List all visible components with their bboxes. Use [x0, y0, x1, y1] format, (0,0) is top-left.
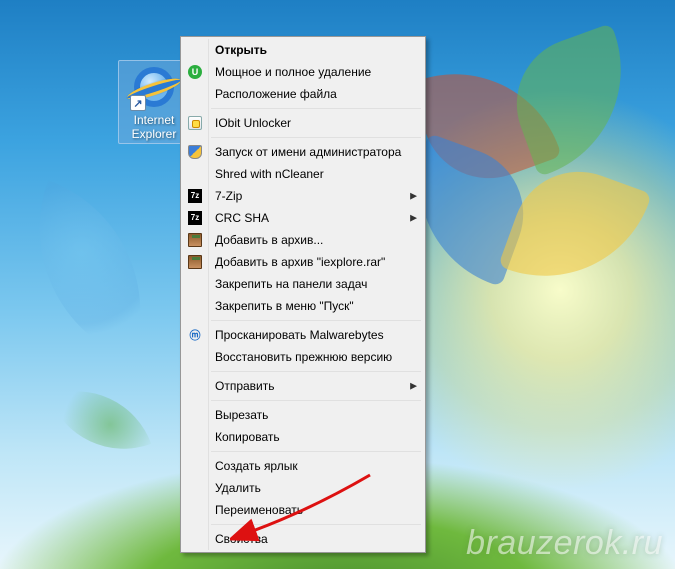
menu-item-label: Переименовать	[215, 503, 303, 517]
ie-icon: ↗	[132, 65, 176, 109]
menu-separator	[211, 371, 421, 372]
menu-item-restore-previous[interactable]: Восстановить прежнюю версию	[183, 346, 423, 368]
menu-item-pin-taskbar[interactable]: Закрепить на панели задач	[183, 273, 423, 295]
menu-separator	[211, 524, 421, 525]
menu-item-label: 7-Zip	[215, 189, 242, 203]
menu-item-label: Свойства	[215, 532, 268, 546]
winrar-icon	[187, 254, 203, 270]
menu-item-label: Восстановить прежнюю версию	[215, 350, 392, 364]
menu-item-cut[interactable]: Вырезать	[183, 404, 423, 426]
menu-item-pin-start[interactable]: Закрепить в меню "Пуск"	[183, 295, 423, 317]
menu-item-label: Создать ярлык	[215, 459, 298, 473]
menu-item-open[interactable]: Открыть	[183, 39, 423, 61]
menu-item-label: Мощное и полное удаление	[215, 65, 371, 79]
menu-item-shred-ncleaner[interactable]: Shred with nCleaner	[183, 163, 423, 185]
submenu-arrow-icon: ▶	[410, 381, 417, 392]
shortcut-overlay-icon: ↗	[130, 95, 146, 111]
7zip-icon: 7z	[187, 210, 203, 226]
menu-separator	[211, 108, 421, 109]
menu-item-label: Расположение файла	[215, 87, 337, 101]
menu-item-full-uninstall[interactable]: U Мощное и полное удаление	[183, 61, 423, 83]
menu-item-label: Добавить в архив "iexplore.rar"	[215, 255, 385, 269]
menu-item-label: Запуск от имени администратора	[215, 145, 401, 159]
menu-item-label: Закрепить в меню "Пуск"	[215, 299, 354, 313]
7zip-icon: 7z	[187, 188, 203, 204]
winrar-icon	[187, 232, 203, 248]
unlock-icon	[187, 115, 203, 131]
menu-separator	[211, 137, 421, 138]
menu-item-add-to-archive-named[interactable]: Добавить в архив "iexplore.rar"	[183, 251, 423, 273]
submenu-arrow-icon: ▶	[410, 213, 417, 224]
menu-item-label: Добавить в архив...	[215, 233, 323, 247]
menu-item-label: Вырезать	[215, 408, 268, 422]
menu-item-label: Shred with nCleaner	[215, 167, 324, 181]
menu-item-label: Удалить	[215, 481, 261, 495]
menu-item-iobit-unlocker[interactable]: IObit Unlocker	[183, 112, 423, 134]
wallpaper-petal-yellow	[498, 153, 652, 307]
desktop-icon-label: Internet Explorer	[121, 113, 187, 141]
uac-shield-icon	[187, 144, 203, 160]
context-menu: Открыть U Мощное и полное удаление Распо…	[180, 36, 426, 553]
menu-item-send-to[interactable]: Отправить ▶	[183, 375, 423, 397]
menu-item-copy[interactable]: Копировать	[183, 426, 423, 448]
iobit-uninstaller-icon: U	[187, 64, 203, 80]
menu-item-properties[interactable]: Свойства	[183, 528, 423, 550]
menu-separator	[211, 400, 421, 401]
menu-item-label: Закрепить на панели задач	[215, 277, 367, 291]
menu-separator	[211, 320, 421, 321]
menu-item-label: Копировать	[215, 430, 280, 444]
menu-item-rename[interactable]: Переименовать	[183, 499, 423, 521]
menu-item-crc-sha[interactable]: 7z CRC SHA ▶	[183, 207, 423, 229]
menu-item-add-to-archive[interactable]: Добавить в архив...	[183, 229, 423, 251]
menu-item-label: IObit Unlocker	[215, 116, 291, 130]
malwarebytes-icon: ⓜ	[187, 327, 203, 343]
menu-item-create-shortcut[interactable]: Создать ярлык	[183, 455, 423, 477]
menu-item-label: Открыть	[215, 43, 267, 57]
watermark-text: brauzerok.ru	[466, 524, 663, 563]
submenu-arrow-icon: ▶	[410, 191, 417, 202]
menu-item-file-location[interactable]: Расположение файла	[183, 83, 423, 105]
wallpaper-leaf	[49, 369, 152, 472]
menu-item-label: Отправить	[215, 379, 275, 393]
menu-item-7zip[interactable]: 7z 7-Zip ▶	[183, 185, 423, 207]
menu-item-run-as-admin[interactable]: Запуск от имени администратора	[183, 141, 423, 163]
menu-item-delete[interactable]: Удалить	[183, 477, 423, 499]
menu-item-label: Просканировать Malwarebytes	[215, 328, 384, 342]
wallpaper-leaf	[0, 180, 179, 359]
menu-item-label: CRC SHA	[215, 211, 269, 225]
menu-item-scan-malwarebytes[interactable]: ⓜ Просканировать Malwarebytes	[183, 324, 423, 346]
menu-separator	[211, 451, 421, 452]
